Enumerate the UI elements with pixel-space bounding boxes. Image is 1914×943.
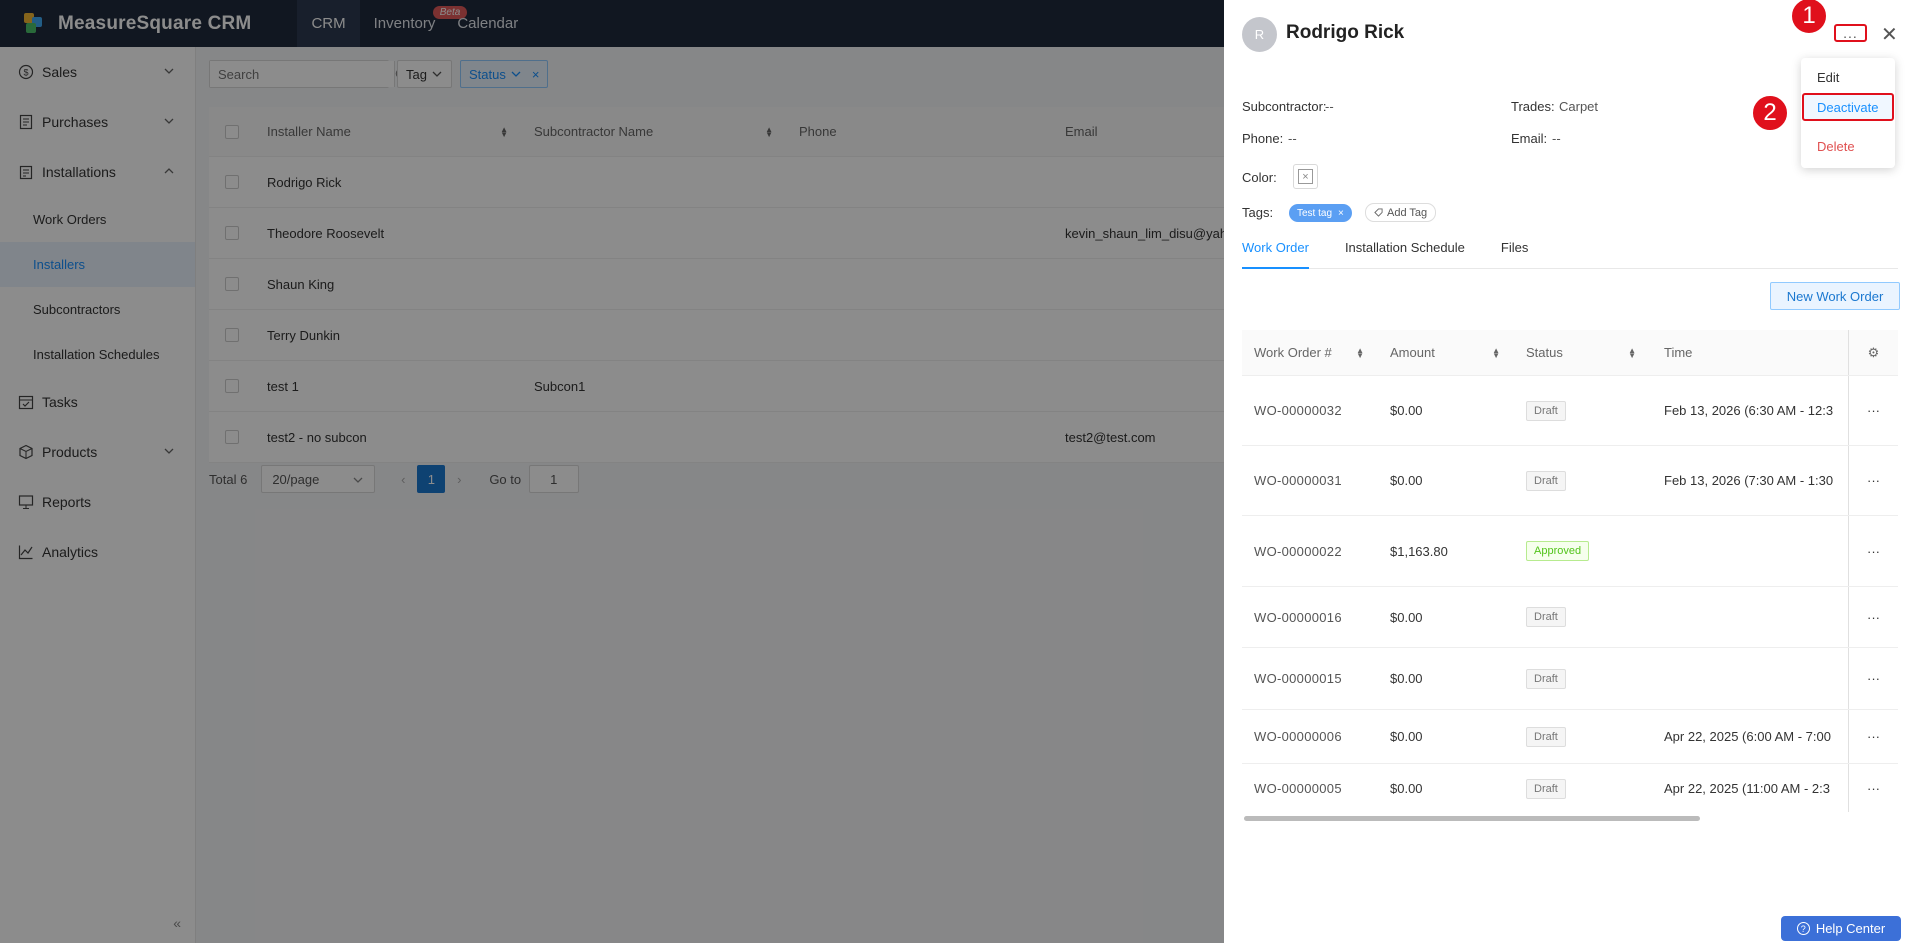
status-badge: Draft: [1526, 400, 1566, 421]
scrollbar-thumb[interactable]: [1244, 816, 1700, 821]
tags-label: Tags:: [1242, 205, 1274, 220]
work-order-number[interactable]: WO-00000005: [1242, 781, 1376, 796]
column-settings-gear-icon[interactable]: ⚙: [1848, 330, 1898, 375]
sort-icon[interactable]: ▲ ▼: [1492, 347, 1500, 360]
subcontractor-value: --: [1325, 99, 1334, 114]
help-center-button[interactable]: ? Help Center: [1781, 916, 1901, 941]
work-order-amount: $0.00: [1390, 781, 1423, 796]
email-value: --: [1552, 131, 1561, 146]
tag-chip-label: Test tag: [1297, 207, 1333, 219]
row-more-icon[interactable]: ···: [1848, 446, 1898, 515]
tab-label: Installation Schedule: [1344, 240, 1465, 255]
tag-chip: Test tag ×: [1289, 204, 1352, 222]
work-order-amount: $0.00: [1390, 473, 1423, 488]
trades-value: Carpet: [1559, 99, 1599, 114]
work-orders-table: Work Order # ▲ ▼ Amount ▲ ▼ Status ▲ ▼ Time ⚙ …: [1242, 330, 1898, 812]
work-order-number[interactable]: WO-00000006: [1242, 729, 1376, 744]
add-tag-button[interactable]: Add Tag: [1365, 203, 1437, 222]
column-header-work-order-number[interactable]: Work Order # ▲ ▼: [1242, 345, 1376, 360]
status-badge: Draft: [1526, 778, 1566, 799]
more-actions-menu: Edit Deactivate Delete: [1801, 58, 1895, 168]
menu-item-deactivate[interactable]: Deactivate: [1802, 93, 1894, 121]
tab-label: Work Order: [1242, 240, 1309, 255]
tab-installation-schedule[interactable]: Installation Schedule: [1345, 240, 1465, 269]
row-more-icon[interactable]: ···: [1848, 764, 1898, 812]
work-order-time: Apr 22, 2025 (6:00 AM - 7:00: [1664, 729, 1831, 744]
row-more-icon[interactable]: ···: [1848, 648, 1898, 709]
work-order-row[interactable]: WO-00000031 $0.00 Draft Feb 13, 2026 (7:…: [1242, 446, 1898, 516]
work-order-row[interactable]: WO-00000032 $0.00 Draft Feb 13, 2026 (6:…: [1242, 376, 1898, 446]
work-order-number[interactable]: WO-00000032: [1242, 403, 1376, 418]
column-header-time: Time: [1648, 345, 1848, 360]
column-header-amount[interactable]: Amount ▲ ▼: [1376, 345, 1512, 360]
column-header-status[interactable]: Status ▲ ▼: [1512, 345, 1648, 360]
tab-files[interactable]: Files: [1501, 240, 1528, 269]
work-order-row[interactable]: WO-00000022 $1,163.80 Approved ···: [1242, 516, 1898, 587]
color-picker[interactable]: ×: [1293, 164, 1318, 189]
phone-value: --: [1288, 131, 1297, 146]
more-actions-button[interactable]: ...: [1834, 24, 1867, 42]
email-label: Email:: [1511, 131, 1548, 146]
work-order-row[interactable]: WO-00000005 $0.00 Draft Apr 22, 2025 (11…: [1242, 764, 1898, 812]
column-label: Time: [1664, 345, 1693, 360]
work-order-number[interactable]: WO-00000016: [1242, 610, 1376, 625]
help-center-label: Help Center: [1815, 921, 1886, 936]
drawer-title: Rodrigo Rick: [1286, 22, 1405, 43]
sort-icon[interactable]: ▲ ▼: [1356, 347, 1364, 360]
tag-icon: [1374, 208, 1383, 217]
modal-overlay[interactable]: [0, 0, 1224, 943]
work-order-amount: $0.00: [1390, 609, 1423, 625]
work-order-time: Feb 13, 2026 (6:30 AM - 12:3: [1664, 403, 1834, 418]
color-label: Color:: [1242, 170, 1277, 185]
work-order-amount: $0.00: [1390, 729, 1423, 744]
phone-label: Phone:: [1242, 131, 1284, 146]
no-color-icon: ×: [1298, 169, 1313, 184]
work-order-time: Feb 13, 2026 (7:30 AM - 1:30: [1664, 473, 1834, 488]
step-2-annotation: 2: [1751, 94, 1789, 132]
column-label: Status: [1526, 345, 1563, 360]
column-label: Work Order #: [1254, 345, 1332, 360]
work-order-amount: $0.00: [1390, 403, 1423, 418]
work-order-number[interactable]: WO-00000031: [1242, 473, 1376, 488]
drawer-tabs: Work Order Installation Schedule Files: [1242, 240, 1898, 269]
tab-work-order[interactable]: Work Order: [1242, 240, 1309, 269]
work-order-table-header: Work Order # ▲ ▼ Amount ▲ ▼ Status ▲ ▼ Time ⚙: [1242, 330, 1898, 376]
horizontal-scrollbar[interactable]: [1242, 816, 1898, 822]
row-more-icon[interactable]: ···: [1848, 587, 1898, 647]
new-work-order-button[interactable]: New Work Order: [1770, 282, 1900, 310]
status-badge: Draft: [1526, 668, 1566, 689]
subcontractor-label: Subcontractor:: [1242, 99, 1327, 114]
work-order-amount: $1,163.80: [1390, 543, 1448, 559]
row-more-icon[interactable]: ···: [1848, 376, 1898, 445]
work-order-row[interactable]: WO-00000016 $0.00 Draft ···: [1242, 587, 1898, 648]
status-badge: Approved: [1526, 541, 1590, 561]
work-order-number[interactable]: WO-00000022: [1242, 544, 1376, 559]
row-more-icon[interactable]: ···: [1848, 710, 1898, 763]
menu-item-edit[interactable]: Edit: [1801, 70, 1895, 85]
remove-tag-icon[interactable]: ×: [1338, 208, 1344, 219]
status-badge: Draft: [1526, 607, 1566, 627]
sort-icon[interactable]: ▲ ▼: [1628, 347, 1636, 360]
question-circle-icon: ?: [1796, 922, 1810, 935]
status-badge: Draft: [1526, 470, 1566, 491]
menu-item-delete[interactable]: Delete: [1801, 139, 1895, 154]
close-icon[interactable]: ✕: [1881, 22, 1898, 47]
work-order-row[interactable]: WO-00000006 $0.00 Draft Apr 22, 2025 (6:…: [1242, 710, 1898, 764]
avatar: R: [1242, 17, 1277, 52]
trades-label: Trades:: [1511, 99, 1555, 114]
status-badge: Draft: [1526, 726, 1566, 747]
work-order-number[interactable]: WO-00000015: [1242, 671, 1376, 686]
row-more-icon[interactable]: ···: [1848, 516, 1898, 586]
column-label: Amount: [1390, 345, 1435, 360]
add-tag-label: Add Tag: [1387, 206, 1428, 219]
work-order-amount: $0.00: [1390, 671, 1423, 686]
work-order-time: Apr 22, 2025 (11:00 AM - 2:3: [1664, 781, 1830, 796]
tab-label: Files: [1500, 240, 1529, 255]
work-order-row[interactable]: WO-00000015 $0.00 Draft ···: [1242, 648, 1898, 710]
